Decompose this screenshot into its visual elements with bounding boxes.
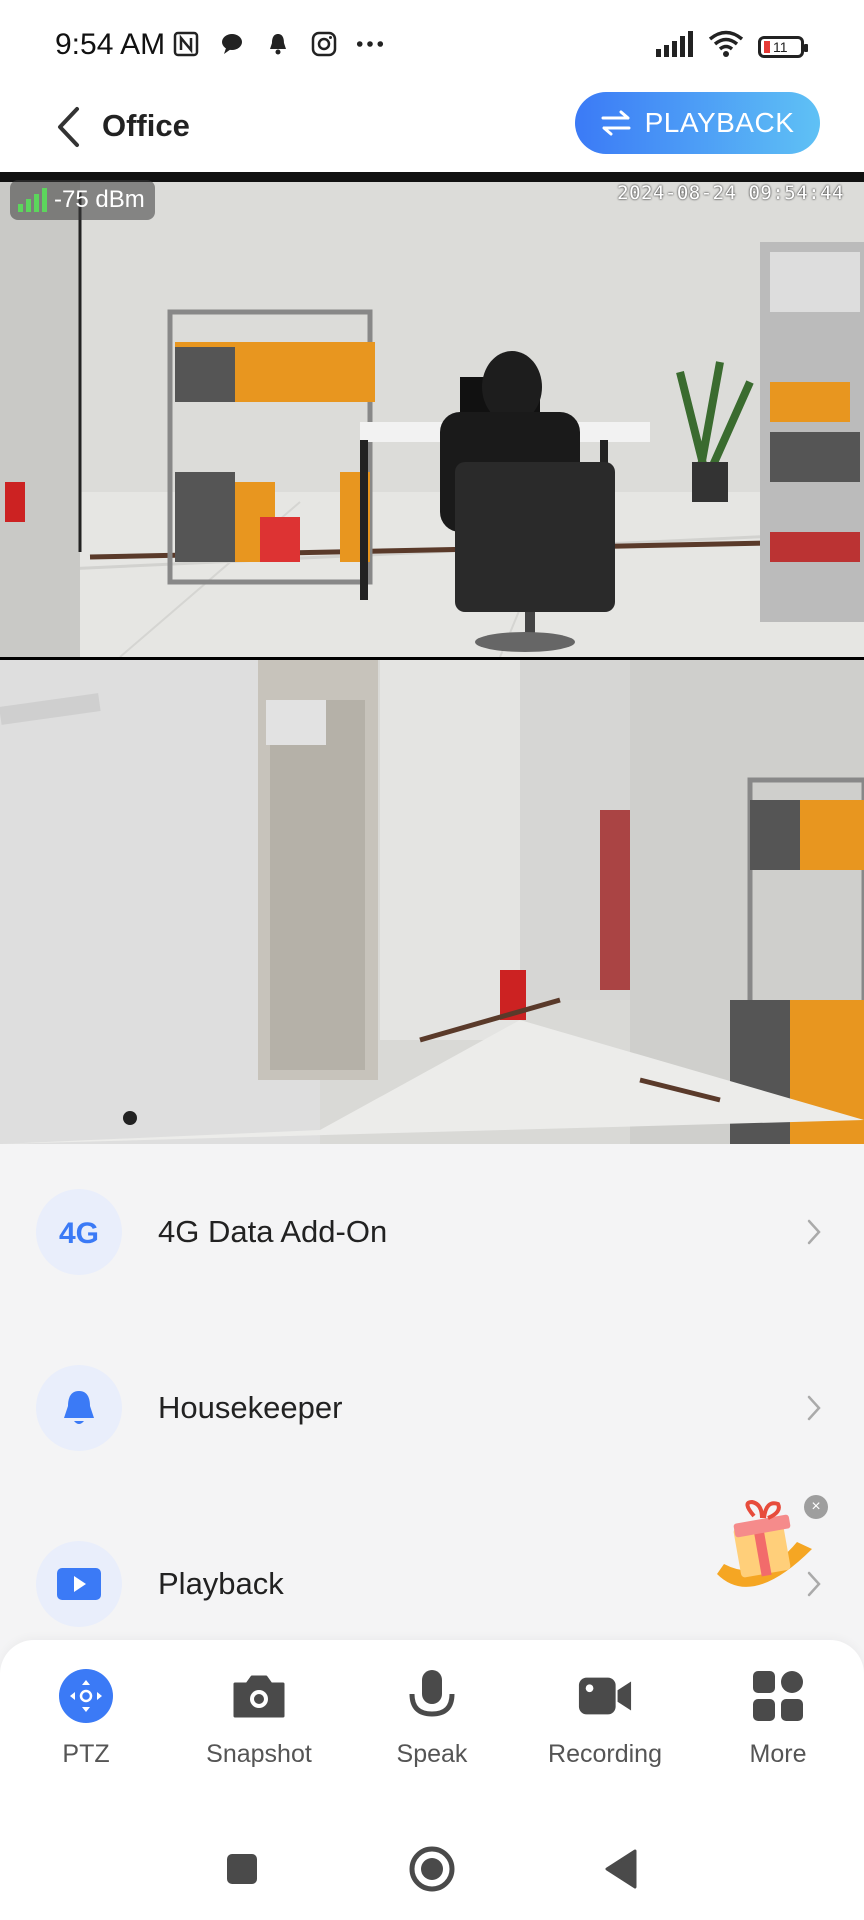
recording-label: Recording [548,1740,662,1768]
back-button[interactable] [48,102,88,152]
system-icons: 11 [656,30,808,63]
status-bar: 9:54 AM 11 [0,0,864,90]
chevron-right-icon [802,1214,826,1250]
play-icon [36,1541,122,1627]
back-icon[interactable] [594,1842,648,1896]
bell-icon [36,1365,122,1451]
more-label: More [749,1740,807,1768]
close-icon: × [811,1498,821,1515]
header: Office PLAYBACK [0,90,864,172]
4g-icon: 4G [36,1189,122,1275]
recent-apps-icon[interactable] [215,1842,269,1896]
camera-view-bottom[interactable] [0,660,864,1144]
signal-strength-badge: -75 dBm [10,180,155,220]
menu-item-housekeeper[interactable]: Housekeeper [0,1320,864,1496]
hallway-scene-image [0,660,864,1144]
wifi-icon [708,30,744,63]
playback-button-label: PLAYBACK [644,107,795,138]
battery-icon: 11 [758,35,808,58]
more-dots-icon [356,30,384,58]
instagram-icon [310,30,338,58]
notification-icons [172,30,384,58]
snapshot-label: Snapshot [206,1740,312,1768]
cellular-signal-icon [656,31,694,62]
status-time: 9:54 AM [55,28,166,61]
menu-item-4g-data-add-on[interactable]: 4G 4G Data Add-On [0,1144,864,1320]
bell-icon [264,30,292,58]
svg-text:4G: 4G [59,1217,99,1249]
ptz-label: PTZ [62,1740,110,1768]
video-record-icon [577,1668,633,1724]
home-icon[interactable] [405,1842,459,1896]
signal-strength-value: -75 dBm [54,186,145,213]
microphone-icon [404,1668,460,1724]
page-title: Office [102,108,190,143]
video-timestamp: 2024-08-24 09:54:44 [617,182,844,204]
camera-icon [231,1668,287,1724]
chat-bubble-icon [218,30,246,58]
office-scene-image [0,172,864,657]
ptz-icon [58,1668,114,1724]
menu-item-label: 4G Data Add-On [158,1214,388,1249]
camera-view-top[interactable]: -75 dBm 2024-08-24 09:54:44 [0,172,864,657]
speak-label: Speak [396,1740,468,1768]
close-gift-button[interactable]: × [804,1495,828,1519]
battery-level: 11 [773,38,788,55]
recording-button[interactable]: Recording [535,1668,675,1769]
swap-arrows-icon [601,110,631,136]
grid-icon [750,1668,806,1724]
speak-button[interactable]: Speak [362,1668,502,1769]
menu-item-label: Playback [158,1566,284,1601]
menu-item-label: Housekeeper [158,1390,343,1425]
chevron-left-icon [58,107,79,147]
bottom-toolbar: PTZ Snapshot Speak Recording More [0,1640,864,1818]
snapshot-button[interactable]: Snapshot [189,1668,329,1769]
playback-button[interactable]: PLAYBACK [575,92,820,154]
live-video-feed[interactable]: -75 dBm 2024-08-24 09:54:44 [0,172,864,1144]
signal-bars-icon [18,188,47,212]
ptz-button[interactable]: PTZ [16,1668,156,1769]
more-button[interactable]: More [708,1668,848,1769]
chevron-right-icon [802,1390,826,1426]
nfc-icon [172,30,200,58]
system-nav-bar [0,1818,864,1920]
